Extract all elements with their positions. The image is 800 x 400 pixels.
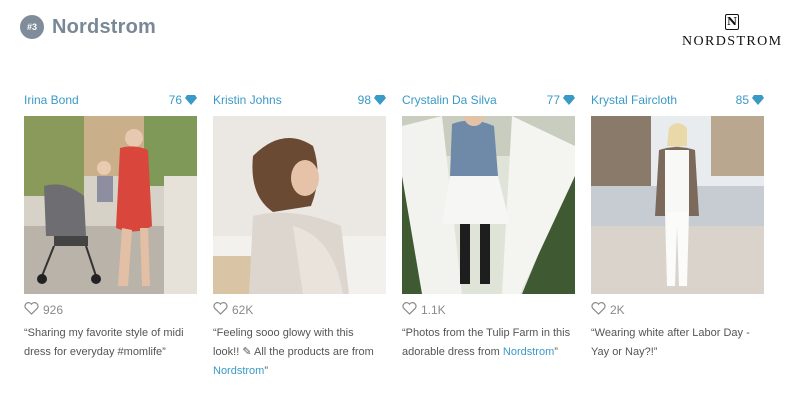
heart-icon[interactable] <box>402 302 417 318</box>
brand-logo: N NORDSTROM <box>682 14 782 50</box>
caption-end: ” <box>554 346 558 358</box>
author-name[interactable]: Krystal Faircloth <box>591 93 677 107</box>
author-name[interactable]: Kristin Johns <box>213 93 282 107</box>
likes[interactable]: 2K <box>591 302 764 318</box>
post-photo[interactable] <box>591 116 764 294</box>
post-caption: “Wearing white after Labor Day - Yay or … <box>591 324 764 362</box>
heart-icon[interactable] <box>24 302 39 318</box>
likes[interactable]: 926 <box>24 302 197 318</box>
influencer-card[interactable]: Kristin Johns 98 62K “Feeling sooo glowy… <box>213 90 386 381</box>
post-caption: “Sharing my favorite style of midi dress… <box>24 324 197 362</box>
caption-text: “Sharing my favorite style of midi dress… <box>24 327 184 358</box>
n-monogram-icon: N <box>725 14 739 30</box>
post-photo[interactable] <box>24 116 197 294</box>
card-header: Krystal Faircloth 85 <box>591 90 764 110</box>
caption-text: “Wearing white after Labor Day - Yay or … <box>591 327 750 358</box>
score-value: 85 <box>735 93 749 107</box>
likes-count: 926 <box>43 303 64 317</box>
diamond-icon <box>185 95 197 105</box>
logo-text: NORDSTROM <box>682 34 783 49</box>
influencer-card[interactable]: Crystalin Da Silva 77 1.1K “Photos from … <box>402 90 575 381</box>
influencer-card[interactable]: Irina Bond 76 926 “Sharing my favorite s… <box>24 90 197 381</box>
card-header: Crystalin Da Silva 77 <box>402 90 575 110</box>
influencer-card[interactable]: Krystal Faircloth 85 2K “Wearing white a… <box>591 90 764 381</box>
diamond-icon <box>374 95 386 105</box>
post-caption: “Feeling sooo glowy with this look!! ✎ A… <box>213 324 386 381</box>
caption-end: ” <box>264 365 269 377</box>
score-value: 77 <box>546 93 560 107</box>
score: 98 <box>358 93 386 107</box>
author-name[interactable]: Crystalin Da Silva <box>402 93 497 107</box>
card-header: Kristin Johns 98 <box>213 90 386 110</box>
diamond-icon <box>563 95 575 105</box>
caption-link[interactable]: Nordstrom <box>213 365 264 377</box>
post-caption: “Photos from the Tulip Farm in this ador… <box>402 324 575 362</box>
likes-count: 2K <box>610 303 625 317</box>
author-name[interactable]: Irina Bond <box>24 93 79 107</box>
likes-count: 1.1K <box>421 303 446 317</box>
score: 76 <box>169 93 197 107</box>
diamond-icon <box>752 95 764 105</box>
influencer-cards: Irina Bond 76 926 “Sharing my favorite s… <box>24 90 764 381</box>
heart-icon[interactable] <box>591 302 606 318</box>
rank-badge: #3 <box>20 15 44 39</box>
page-title: Nordstrom <box>52 15 157 38</box>
heart-icon[interactable] <box>213 302 228 318</box>
post-photo[interactable] <box>402 116 575 294</box>
likes[interactable]: 1.1K <box>402 302 575 318</box>
card-header: Irina Bond 76 <box>24 90 197 110</box>
score: 85 <box>736 93 764 107</box>
page-header: #3 Nordstrom <box>20 15 156 39</box>
caption-text: “Feeling sooo glowy with this look!! ✎ A… <box>213 327 374 358</box>
likes[interactable]: 62K <box>213 302 386 318</box>
likes-count: 62K <box>232 303 254 317</box>
score: 77 <box>547 93 575 107</box>
score-value: 76 <box>168 93 182 107</box>
post-photo[interactable] <box>213 116 386 294</box>
caption-link[interactable]: Nordstrom <box>503 346 554 358</box>
score-value: 98 <box>357 93 371 107</box>
